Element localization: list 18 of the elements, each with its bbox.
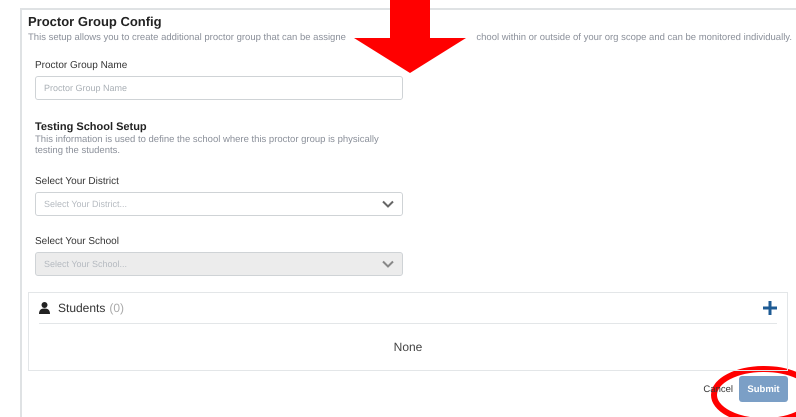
- panel-title: Students: [58, 301, 106, 315]
- field-label: Proctor Group Name: [35, 60, 128, 71]
- chevron-icon: [382, 200, 394, 208]
- description-text: chool within or outside of your org scope and can be monitored individually.: [476, 32, 792, 43]
- person-icon: [39, 302, 50, 314]
- page-title: Proctor Group Config: [28, 14, 163, 29]
- field-label: Select Your District: [35, 176, 120, 187]
- description-text: This setup allows you to create additional proctor group that can be assigne: [28, 32, 346, 43]
- add-icon[interactable]: [763, 301, 777, 315]
- empty-text: None: [392, 340, 424, 354]
- student-count: (0): [109, 301, 124, 315]
- input-field[interactable]: Proctor Group Name: [35, 76, 403, 100]
- chevron-icon: [382, 260, 394, 268]
- section-title: Testing School Setup: [35, 121, 148, 133]
- select-field[interactable]: Select Your District...: [35, 192, 403, 216]
- field-label: Select Your School: [35, 236, 120, 247]
- section-description: This information is used to define the school where this proctor group is physically testing the students.: [35, 134, 380, 156]
- submit-button[interactable]: Submit: [739, 376, 788, 402]
